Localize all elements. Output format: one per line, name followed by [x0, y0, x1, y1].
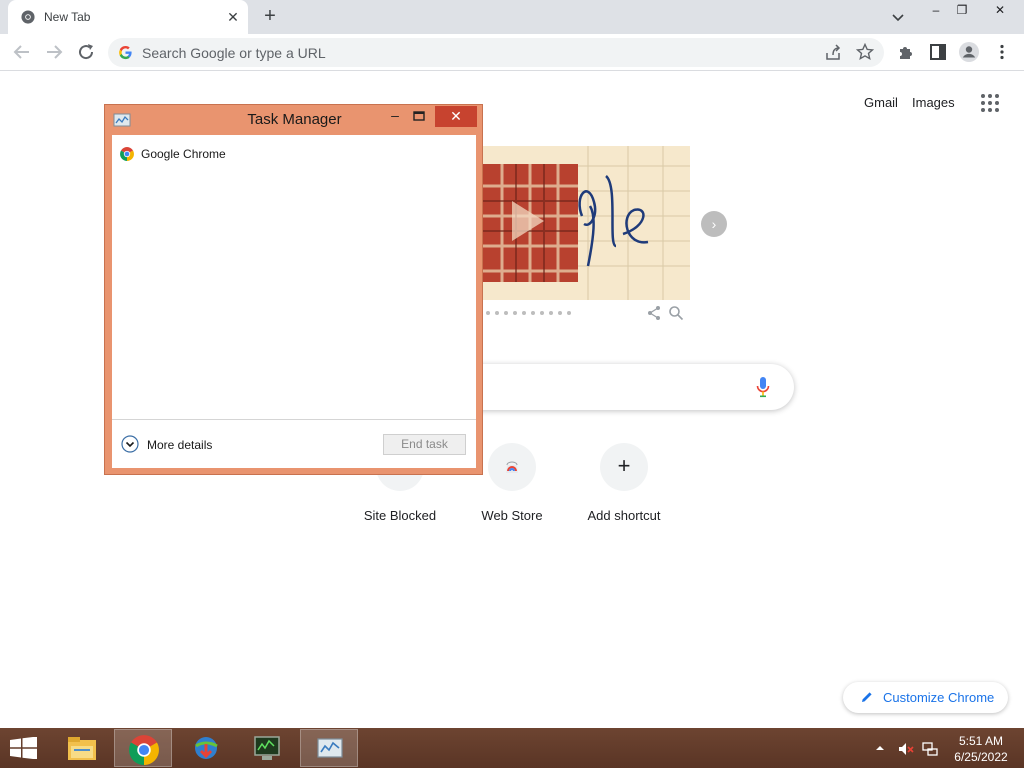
google-g-icon — [119, 45, 132, 60]
restore-window-button[interactable]: ❐ — [946, 0, 978, 22]
google-doodle[interactable] — [478, 146, 690, 300]
tab-strip: New Tab ✕ + – ❐ ✕ — [0, 0, 1024, 34]
profile-avatar-icon[interactable] — [958, 41, 980, 63]
kebab-menu-icon[interactable] — [993, 43, 1011, 61]
share-icon[interactable] — [646, 305, 662, 321]
windows-start-icon[interactable] — [10, 737, 38, 759]
customize-chrome-label: Customize Chrome — [883, 690, 995, 705]
images-link[interactable]: Images — [912, 95, 955, 110]
taskbar-chrome[interactable] — [114, 729, 172, 767]
task-manager-body: Google Chrome More details End task — [112, 135, 476, 468]
side-panel-icon[interactable] — [929, 43, 947, 61]
shortcut-add[interactable]: + Add shortcut — [568, 443, 680, 533]
shortcut-label: Add shortcut — [587, 508, 661, 523]
reload-icon[interactable] — [74, 40, 98, 64]
task-manager-icon — [317, 738, 343, 758]
clock-time: 5:51 AM — [958, 734, 1004, 748]
doodle-next-button[interactable]: › — [701, 211, 727, 237]
close-button[interactable]: ✕ — [435, 106, 477, 127]
web-store-icon — [506, 461, 518, 473]
end-task-button[interactable]: End task — [383, 434, 466, 455]
share-icon[interactable] — [824, 44, 842, 62]
chrome-icon — [129, 735, 159, 765]
address-bar[interactable]: Search Google or type a URL — [108, 38, 884, 67]
tab-new-tab[interactable]: New Tab ✕ — [8, 0, 248, 34]
search-icon[interactable] — [668, 305, 684, 321]
clock-date: 6/25/2022 — [954, 750, 1008, 764]
plus-glyph: + — [617, 453, 631, 478]
close-tab-icon[interactable]: ✕ — [224, 8, 242, 26]
chrome-icon — [120, 147, 134, 161]
network-icon[interactable] — [922, 741, 938, 757]
maximize-icon[interactable] — [408, 108, 430, 128]
system-clock[interactable]: 5:51 AM 6/25/2022 — [948, 733, 1014, 765]
bookmark-star-icon[interactable] — [856, 43, 874, 61]
web-store-icon — [488, 443, 536, 491]
taskbar-file-explorer[interactable] — [52, 729, 110, 767]
process-row[interactable]: Google Chrome — [112, 141, 476, 163]
internet-download-manager-icon — [195, 737, 218, 759]
taskbar-task-manager[interactable] — [300, 729, 358, 767]
google-apps-icon[interactable] — [980, 93, 1000, 113]
plus-icon: + — [600, 443, 648, 491]
extensions-icon[interactable] — [897, 43, 915, 61]
task-manager-window[interactable]: Task Manager – ✕ Google Chrome More deta… — [104, 104, 483, 475]
task-manager-footer: More details End task — [112, 419, 476, 468]
terminal-app-icon — [254, 736, 280, 760]
doodle-progress-dots — [486, 311, 571, 315]
shortcut-label: Site Blocked — [363, 508, 437, 523]
tab-title: New Tab — [44, 10, 91, 24]
chevron-down-icon[interactable] — [888, 7, 908, 27]
chevron-down-circle-icon[interactable] — [121, 435, 139, 453]
taskbar-download-manager[interactable] — [176, 729, 234, 767]
microphone-icon[interactable] — [756, 376, 770, 398]
gmail-link[interactable]: Gmail — [864, 95, 898, 110]
shortcut-label: Web Store — [481, 508, 543, 523]
forward-arrow-icon[interactable] — [42, 40, 66, 64]
address-bar-placeholder: Search Google or type a URL — [142, 45, 326, 61]
more-details-link[interactable]: More details — [147, 438, 212, 452]
minimize-button[interactable]: – — [383, 107, 407, 127]
doodle-illustration — [478, 146, 690, 300]
close-window-button[interactable]: ✕ — [984, 0, 1016, 22]
browser-toolbar: Search Google or type a URL — [0, 34, 1024, 71]
process-name: Google Chrome — [141, 147, 226, 161]
new-tab-button[interactable]: + — [258, 5, 282, 29]
show-hidden-icons-icon[interactable] — [874, 742, 886, 754]
volume-muted-icon[interactable] — [898, 741, 914, 757]
customize-chrome-button[interactable]: Customize Chrome — [843, 682, 1008, 713]
pencil-icon — [862, 692, 872, 702]
windows-taskbar: 5:51 AM 6/25/2022 — [0, 728, 1024, 768]
back-arrow-icon[interactable] — [10, 40, 34, 64]
chrome-icon — [21, 10, 35, 24]
taskbar-terminal-app[interactable] — [238, 729, 296, 767]
file-explorer-icon — [68, 737, 96, 760]
